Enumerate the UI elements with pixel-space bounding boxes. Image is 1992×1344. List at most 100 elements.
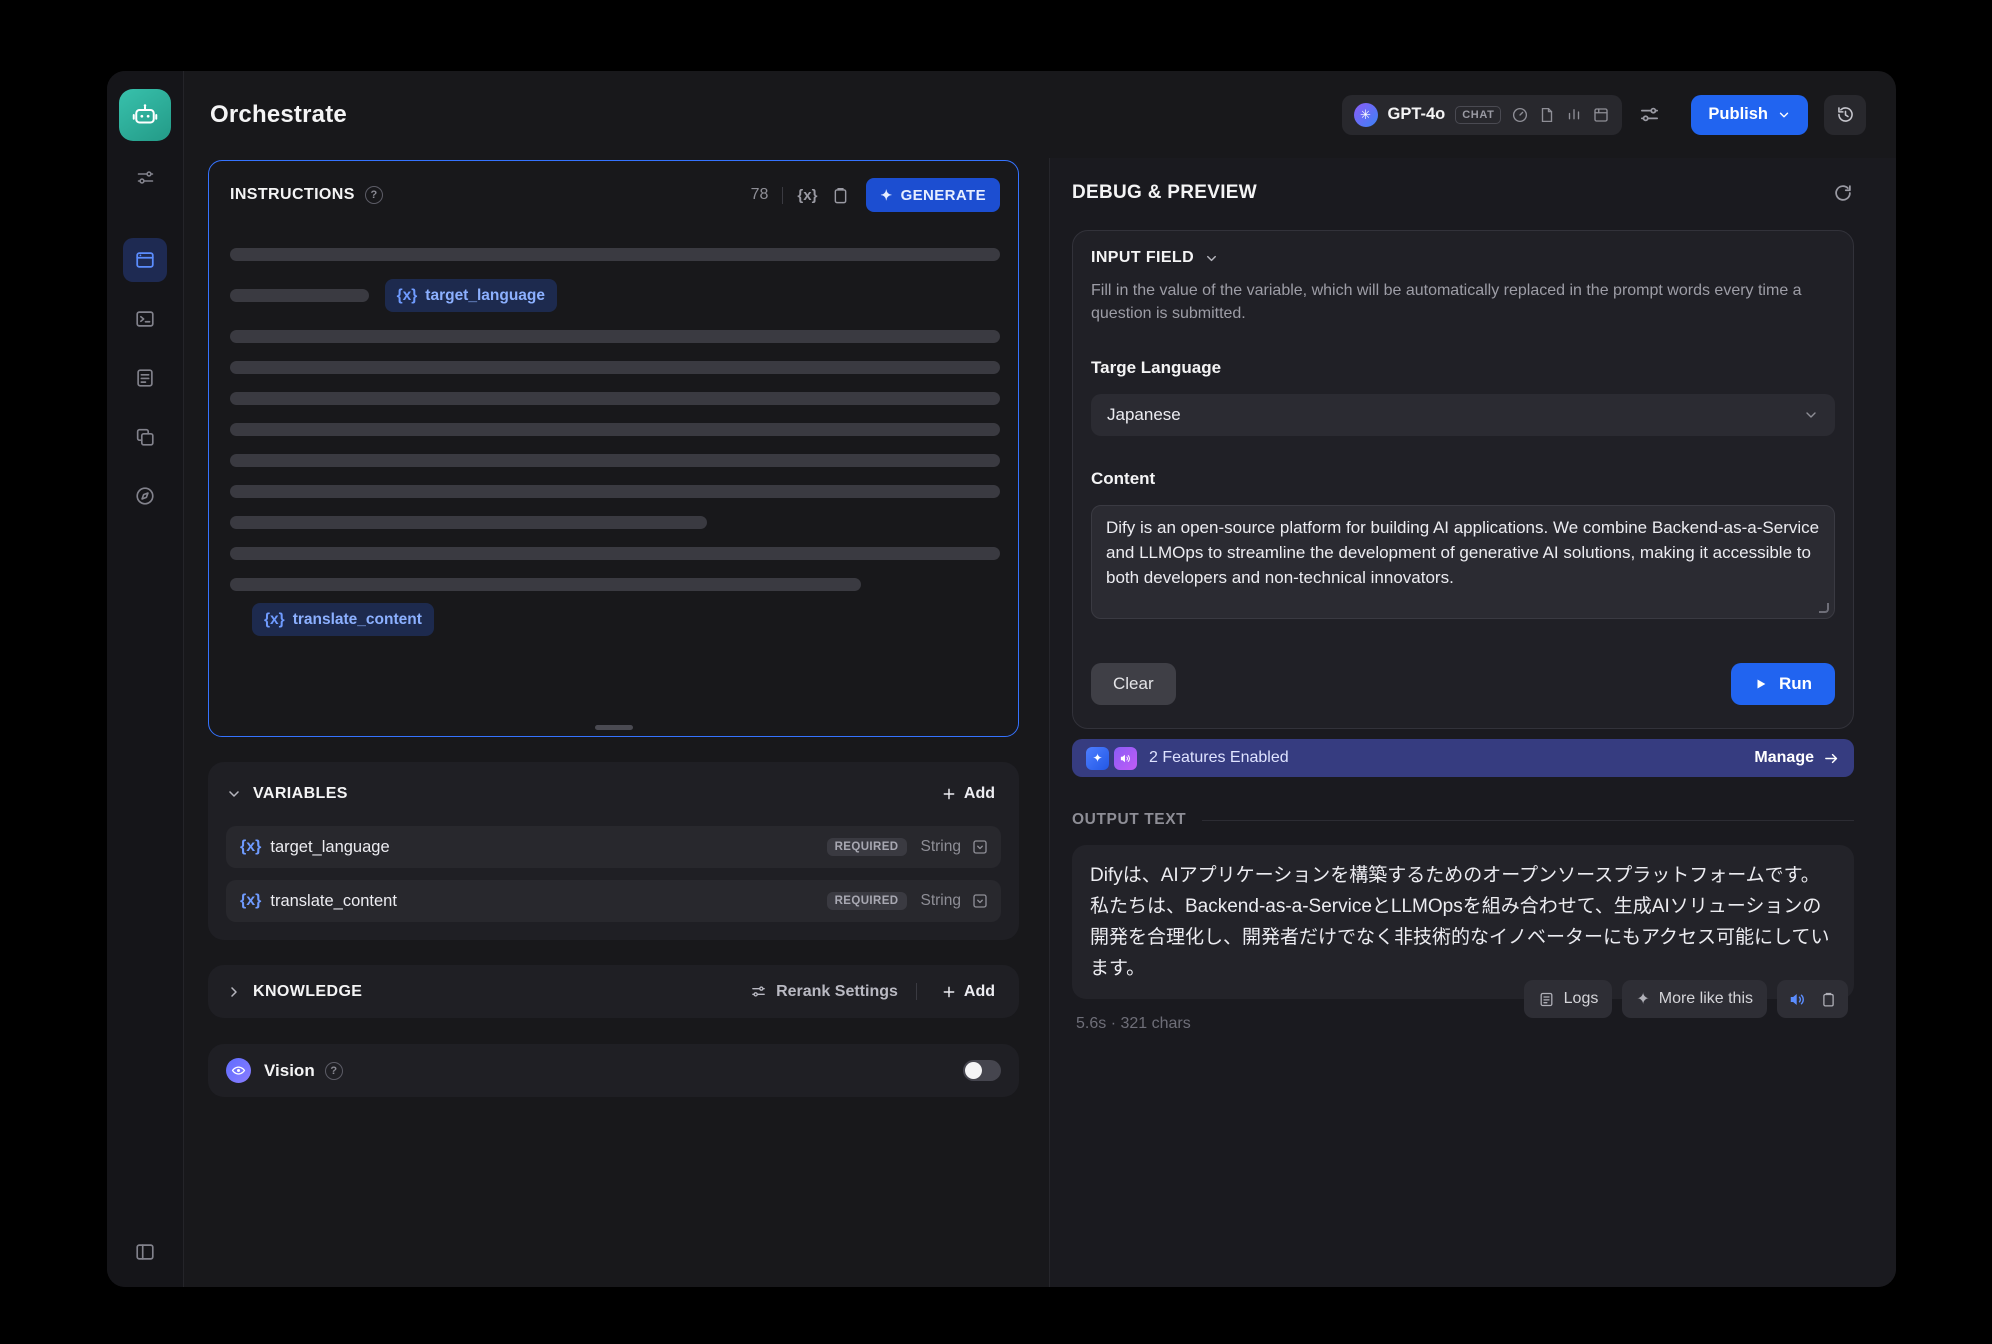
copy-edit-icon	[134, 426, 156, 448]
chevron-down-icon[interactable]	[226, 786, 242, 802]
skeleton-row: {x} target_language	[230, 279, 1000, 312]
history-button[interactable]	[1824, 95, 1866, 135]
copy-output-icon[interactable]	[1820, 991, 1837, 1008]
help-icon[interactable]: ?	[365, 186, 383, 204]
app-logo[interactable]	[119, 89, 171, 141]
panel-resize-handle[interactable]	[595, 725, 633, 730]
debug-title: DEBUG & PREVIEW	[1072, 182, 1257, 204]
feature-icons: ✦	[1086, 747, 1137, 770]
compass-icon	[134, 485, 156, 507]
add-knowledge-button[interactable]: Add	[935, 982, 1001, 1002]
model-capability-icons	[1511, 106, 1610, 124]
collapse-sidebar-icon[interactable]	[134, 1241, 156, 1263]
divider	[1202, 820, 1854, 821]
skeleton-line	[230, 392, 1000, 405]
speaker-icon[interactable]	[1788, 990, 1807, 1009]
content-field-label: Content	[1091, 469, 1835, 489]
chevron-right-icon[interactable]	[226, 984, 242, 1000]
skeleton-line	[230, 361, 1000, 374]
type-select-icon[interactable]	[971, 892, 989, 910]
restart-icon[interactable]	[1832, 182, 1854, 204]
variable-pill-translate-content[interactable]: {x} translate_content	[252, 603, 434, 636]
clipboard-icon[interactable]	[831, 186, 850, 205]
sidebar-item-orchestrate[interactable]	[123, 238, 167, 282]
resize-corner-icon[interactable]	[1819, 603, 1829, 613]
variable-brace-icon: {x}	[240, 838, 261, 856]
skeleton-line	[230, 547, 1000, 560]
char-count: 78	[751, 186, 769, 204]
model-config-sliders-icon[interactable]	[1638, 103, 1661, 126]
more-like-this-label: More like this	[1659, 990, 1753, 1008]
output-utility-group	[1777, 980, 1848, 1018]
app-header: Orchestrate ✳ GPT-4o CHAT	[184, 71, 1896, 158]
output-actions: Logs ✦ More like this	[1524, 980, 1848, 1018]
chat-mode-badge: CHAT	[1455, 106, 1501, 124]
variable-row[interactable]: {x} translate_content REQUIRED String	[226, 880, 1001, 922]
sidebar-nav	[123, 238, 167, 518]
settings-sliders-icon[interactable]	[135, 167, 156, 188]
app-window: Orchestrate ✳ GPT-4o CHAT	[107, 71, 1896, 1287]
variable-type: String	[921, 892, 962, 910]
logs-button[interactable]: Logs	[1524, 980, 1613, 1018]
generate-button[interactable]: ✦ GENERATE	[866, 178, 1000, 212]
output-section-header: OUTPUT TEXT	[1072, 811, 1854, 829]
equalizer-icon	[1565, 106, 1583, 124]
vision-section: Vision ?	[208, 1044, 1019, 1097]
feature-sparkle-icon: ✦	[1086, 747, 1109, 770]
skeleton-line	[230, 423, 1000, 436]
sidebar-item-annotations[interactable]	[123, 415, 167, 459]
model-selector[interactable]: ✳ GPT-4o CHAT	[1342, 95, 1623, 135]
instructions-panel[interactable]: INSTRUCTIONS ? 78 {x}	[208, 160, 1019, 737]
variable-row[interactable]: {x} target_language REQUIRED String	[226, 826, 1001, 868]
feature-tts-icon	[1114, 747, 1137, 770]
skeleton-line	[230, 516, 707, 529]
input-field-title: INPUT FIELD	[1091, 249, 1194, 267]
language-field-label: Targe Language	[1091, 358, 1835, 378]
sidebar-item-logs[interactable]	[123, 356, 167, 400]
manage-features-button[interactable]: Manage	[1754, 749, 1840, 767]
robot-icon	[130, 100, 160, 130]
content-textarea-wrap: Dify is an open-source platform for buil…	[1091, 505, 1835, 619]
input-field-description: Fill in the value of the variable, which…	[1091, 279, 1835, 325]
variable-brace-icon: {x}	[240, 892, 261, 910]
file-icon	[1538, 106, 1556, 124]
publish-button[interactable]: Publish	[1691, 95, 1808, 135]
language-select[interactable]: Japanese	[1091, 394, 1835, 436]
sidebar-item-explore[interactable]	[123, 474, 167, 518]
variable-brace-icon: {x}	[397, 287, 418, 305]
knowledge-section: KNOWLEDGE Rerank Settings	[208, 965, 1019, 1018]
rerank-sliders-icon	[750, 983, 767, 1000]
rerank-settings-button[interactable]: Rerank Settings	[750, 983, 898, 1001]
help-icon[interactable]: ?	[325, 1062, 343, 1080]
sidebar	[107, 71, 184, 1287]
chevron-down-icon	[1204, 251, 1219, 266]
sidebar-item-terminal[interactable]	[123, 297, 167, 341]
prompt-skeleton: {x} target_language	[230, 248, 1000, 591]
openai-logo-icon: ✳	[1354, 103, 1378, 127]
skeleton-line	[230, 485, 1000, 498]
variable-brace-icon: {x}	[264, 611, 285, 629]
variable-name: target_language	[270, 838, 389, 857]
vision-toggle[interactable]	[963, 1060, 1001, 1081]
required-badge: REQUIRED	[827, 838, 907, 856]
gauge-icon	[1511, 106, 1529, 124]
add-variable-button[interactable]: Add	[935, 784, 1001, 804]
variable-pill-target-language[interactable]: {x} target_language	[385, 279, 557, 312]
more-like-this-button[interactable]: ✦ More like this	[1622, 980, 1767, 1018]
publish-label: Publish	[1708, 105, 1768, 124]
run-button[interactable]: Run	[1731, 663, 1835, 705]
sparkle-icon: ✦	[1636, 989, 1649, 1009]
output-area: Difyは、AIアプリケーションを構築するためのオープンソースプラットフォームで…	[1072, 845, 1854, 999]
type-select-icon[interactable]	[971, 838, 989, 856]
clear-button[interactable]: Clear	[1091, 663, 1176, 705]
model-name: GPT-4o	[1388, 105, 1446, 124]
content-textarea[interactable]: Dify is an open-source platform for buil…	[1091, 505, 1835, 619]
toggle-knob	[965, 1062, 982, 1079]
knowledge-title: KNOWLEDGE	[253, 983, 362, 1001]
input-field-header[interactable]: INPUT FIELD	[1091, 249, 1835, 267]
divider	[916, 983, 917, 1000]
skeleton-line	[230, 248, 1000, 261]
debug-preview-panel: DEBUG & PREVIEW INPUT FIELD Fill	[1050, 158, 1896, 1287]
vision-title: Vision	[264, 1061, 315, 1081]
insert-variable-icon[interactable]: {x}	[797, 187, 817, 204]
